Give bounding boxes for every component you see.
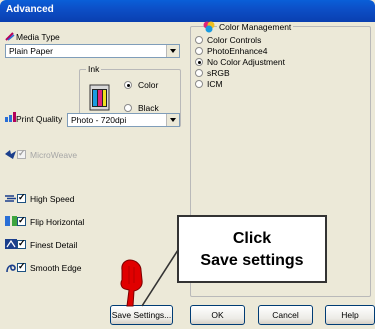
title-bar[interactable]: Advanced [0,0,375,22]
ink-color-label: Color [138,80,159,90]
print-quality-value: Photo - 720dpi [71,115,127,125]
ink-group-title: Ink [86,64,102,74]
advanced-dialog: Advanced Media Type Plain Paper Ink Colo… [0,0,375,329]
microweave-label: MicroWeave [30,150,78,160]
save-settings-button[interactable]: Save Settings... [110,305,173,325]
flip-horizontal-checkbox[interactable] [17,215,26,226]
color-controls-radio[interactable] [195,36,203,44]
chevron-down-icon[interactable] [166,45,179,57]
srgb-label: sRGB [207,68,230,78]
ink-black-label: Black [138,103,159,113]
print-quality-select[interactable]: Photo - 720dpi [67,113,180,127]
icm-label: ICM [207,79,223,89]
color-controls-label: Color Controls [207,35,262,45]
high-speed-checkbox[interactable] [17,192,26,203]
button-bar: Save Settings... OK Cancel Help [0,301,375,329]
ink-color-radio[interactable] [124,81,132,89]
red-hand-pointer-icon [120,259,143,307]
no-color-adjustment-label: No Color Adjustment [207,57,285,67]
photoenhance-label: PhotoEnhance4 [207,46,268,56]
media-type-value: Plain Paper [9,46,53,56]
media-type-select[interactable]: Plain Paper [5,44,180,58]
high-speed-label: High Speed [30,194,75,204]
color-management-title: Color Management [217,22,294,32]
finest-detail-label: Finest Detail [30,240,78,250]
finest-detail-checkbox[interactable] [17,238,26,249]
flip-horizontal-label: Flip Horizontal [30,217,85,227]
media-type-icon [5,32,15,41]
microweave-icon [5,150,16,159]
smooth-edge-label: Smooth Edge [30,263,82,273]
photoenhance-radio[interactable] [195,47,203,55]
color-palette-icon [203,21,215,33]
smooth-edge-icon [6,264,16,273]
srgb-radio[interactable] [195,69,203,77]
cancel-button[interactable]: Cancel [258,305,313,325]
callout-line-1: Click [232,230,272,247]
media-type-label: Media Type [16,32,60,42]
icm-radio[interactable] [195,80,203,88]
ok-button[interactable]: OK [190,305,245,325]
smooth-edge-checkbox[interactable] [17,261,26,272]
window-title: Advanced [6,4,54,15]
callout-line-2: Save settings [200,252,304,269]
callout-box: Click Save settings [177,215,327,283]
left-panel: Media Type Plain Paper Ink Color Black P… [0,22,190,301]
print-quality-label: Print Quality [16,114,63,124]
microweave-checkbox[interactable] [17,148,26,159]
finest-detail-icon [5,239,17,249]
chevron-down-icon[interactable] [166,114,179,126]
flip-horizontal-icon [5,216,17,226]
help-button[interactable]: Help [325,305,375,325]
print-quality-icon [5,112,16,122]
ink-cartridge-icon [89,84,110,111]
ink-black-radio[interactable] [124,104,132,112]
no-color-adjustment-radio[interactable] [195,58,203,66]
high-speed-icon [5,195,16,202]
